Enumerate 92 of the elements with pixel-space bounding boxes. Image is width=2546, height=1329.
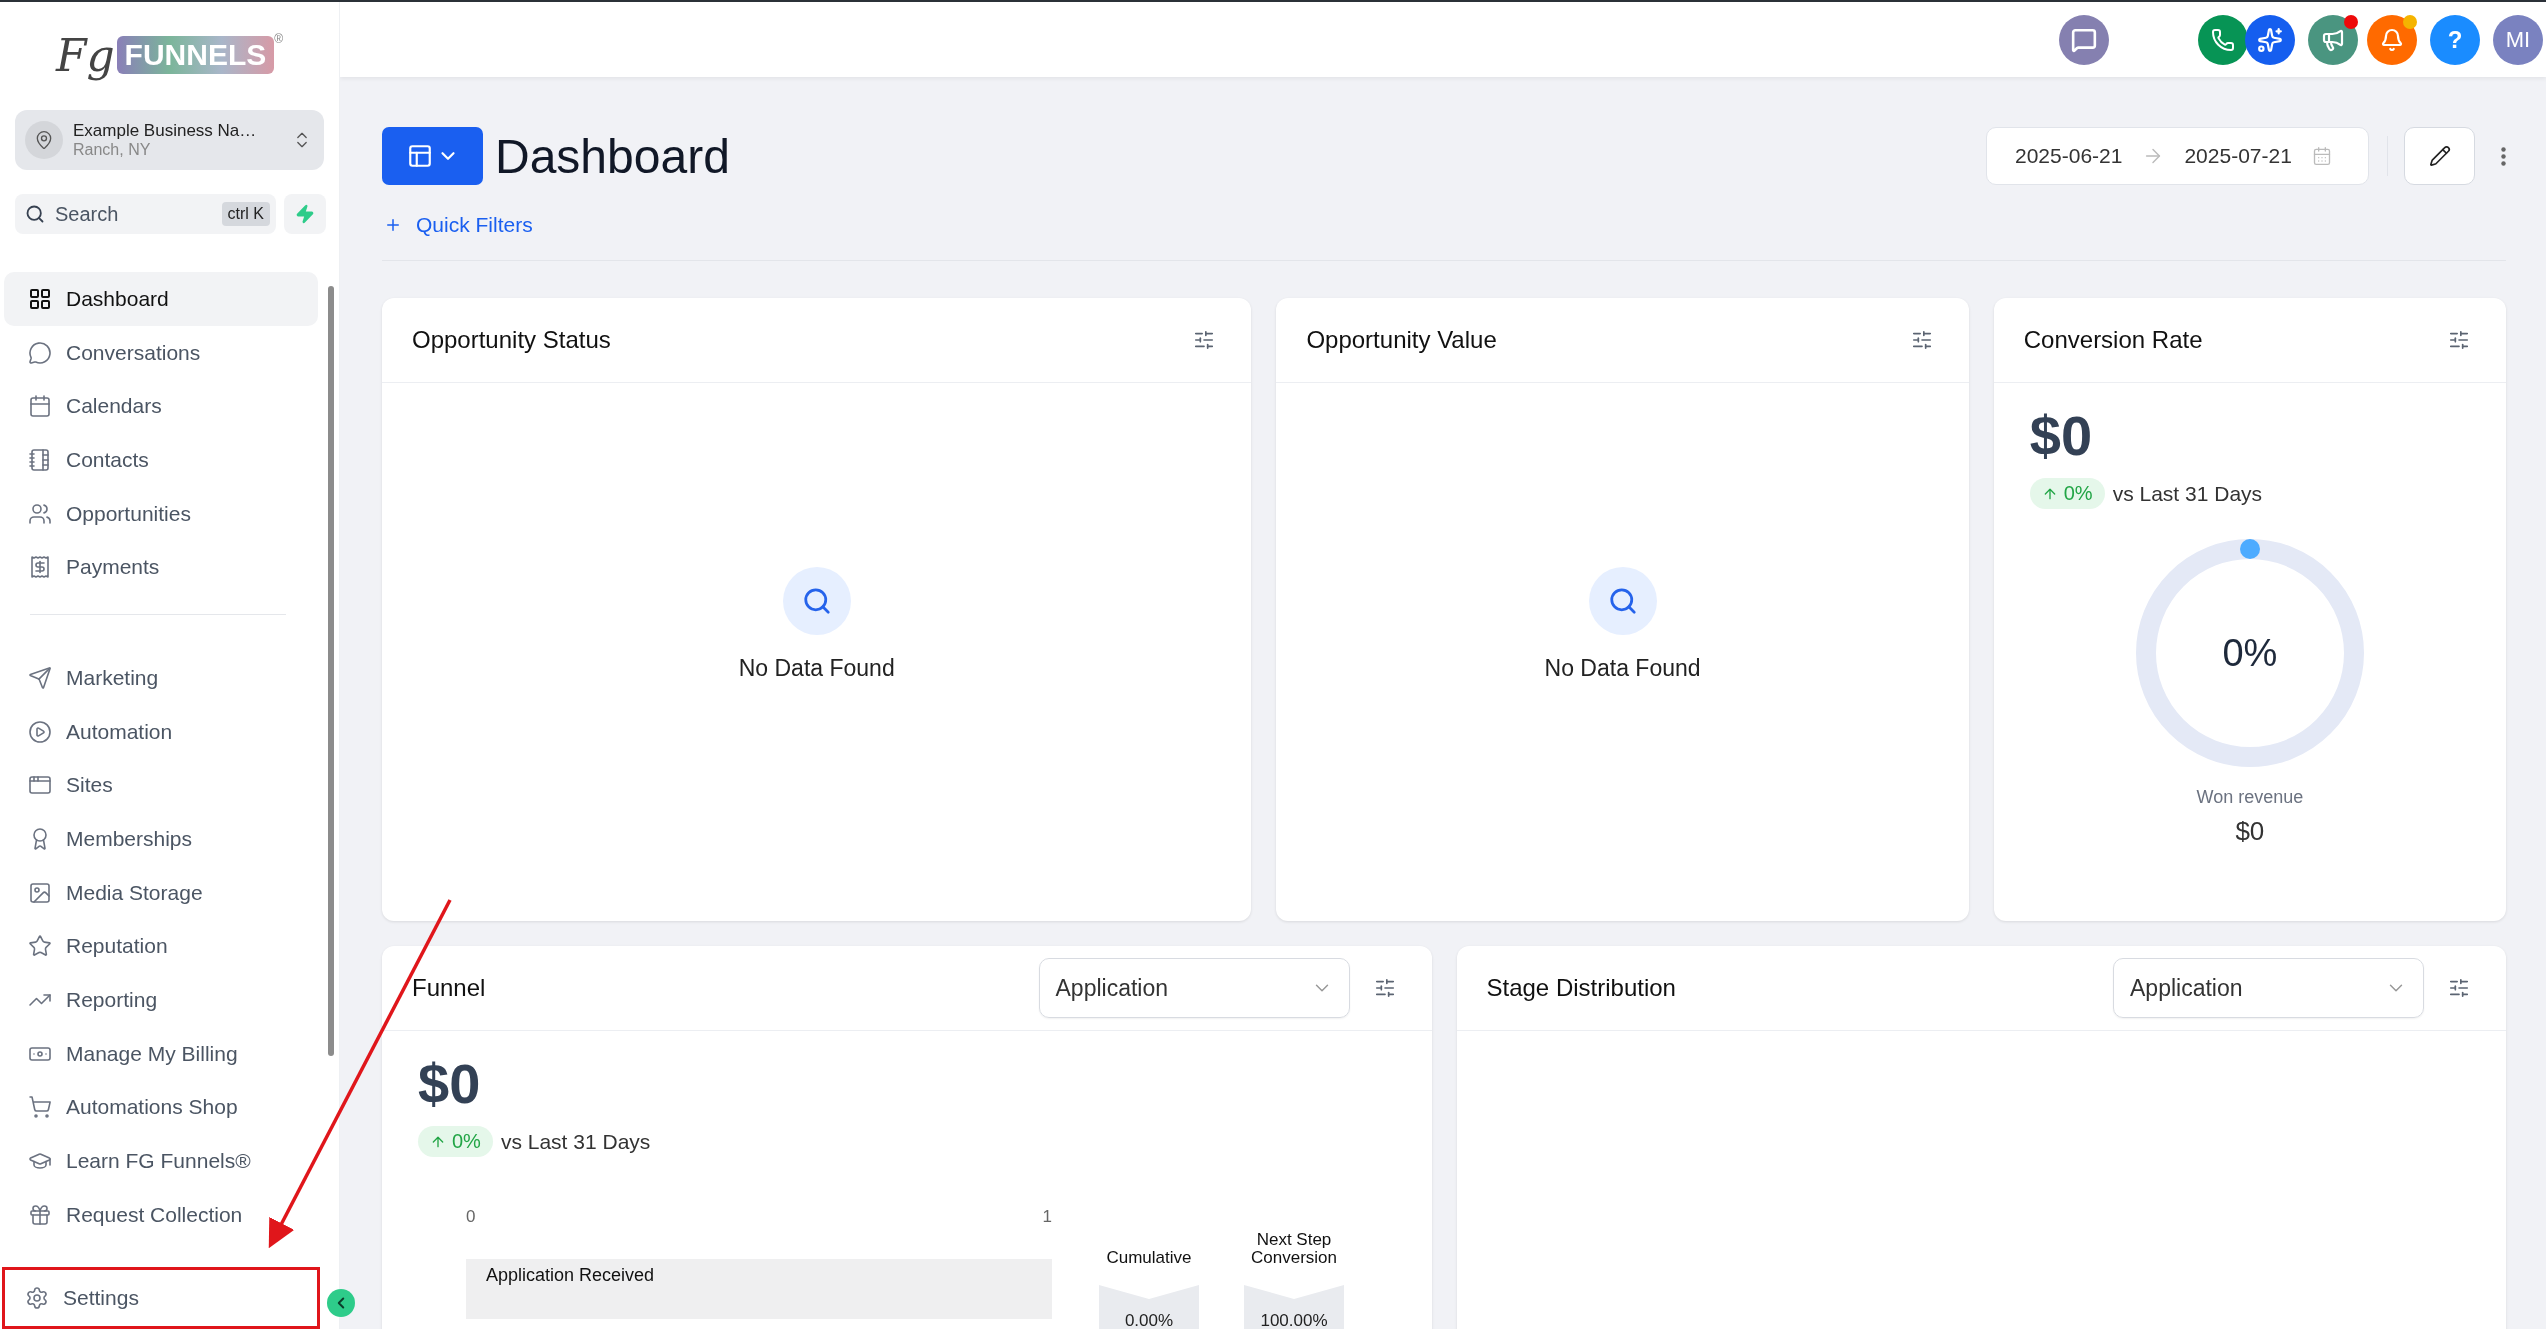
nav-item[interactable]: Marketing [4, 651, 318, 705]
quick-filters-link[interactable]: Quick Filters [384, 210, 2506, 240]
revenue-value: $0 [2235, 816, 2265, 847]
change-badge: 0% [2029, 478, 2105, 509]
phone-icon [2211, 27, 2235, 52]
play-circle-icon [28, 719, 52, 744]
layout-button[interactable] [382, 127, 483, 185]
collapse-button[interactable] [327, 1289, 355, 1317]
nav-item[interactable]: Media Storage [4, 865, 318, 920]
pipeline-select[interactable]: Application [2113, 958, 2424, 1018]
nav-item[interactable]: Reputation [4, 919, 318, 974]
funnel-stage-bar: Application Received [466, 1259, 1052, 1319]
empty-message: No Data Found [738, 655, 895, 682]
nav-item[interactable]: Conversations [4, 325, 318, 380]
nav-item[interactable]: Opportunities [4, 486, 318, 541]
nav-item[interactable]: Payments [4, 540, 318, 595]
settings-icon[interactable] [1373, 977, 1396, 999]
chat-button[interactable] [2059, 14, 2109, 65]
date-range-field[interactable]: 2025-06-21 2025-07-21 [1986, 127, 2369, 185]
nav-item[interactable]: Settings [5, 1273, 309, 1323]
speech-bubble-icon [28, 340, 52, 365]
card-title: Funnel [412, 974, 487, 1002]
edit-button[interactable] [2404, 127, 2475, 185]
card-title: Stage Distribution [1486, 974, 1677, 1002]
card-title: Conversion Rate [2023, 326, 2204, 354]
star-icon [28, 934, 52, 959]
account-switcher[interactable]: Example Business Na… Ranch, NY [15, 110, 324, 170]
settings-icon[interactable] [1910, 329, 1933, 351]
settings-icon [25, 1286, 49, 1310]
nav-item[interactable]: Automations Shop [4, 1080, 318, 1135]
column-heading: Cumulative [1106, 1247, 1192, 1267]
settings-icon[interactable] [2448, 329, 2470, 351]
conversion-value: 100.00% [1244, 1285, 1344, 1329]
grid-icon [28, 286, 52, 311]
pipeline-select[interactable]: Application [1038, 958, 1350, 1018]
axis-tick: 1 [1042, 1207, 1052, 1228]
search-input[interactable]: Search [53, 201, 214, 227]
chat-bubble-icon [2071, 26, 2097, 53]
comparison-label: vs Last 31 Days [500, 1129, 651, 1154]
nav-item[interactable]: Contacts [4, 433, 318, 487]
search-field[interactable]: Search ctrl K [15, 194, 276, 234]
bell-icon [2380, 27, 2404, 52]
nav-item[interactable]: Automation [4, 704, 318, 759]
metric-value: $0 [418, 1051, 482, 1116]
account-name: Example Business Na… [73, 121, 258, 141]
settings-icon[interactable] [1193, 329, 1216, 351]
phone-button[interactable] [2198, 14, 2248, 65]
nav-item[interactable]: Memberships [4, 812, 318, 866]
axis-tick: 0 [466, 1207, 476, 1228]
account-location: Ranch, NY [73, 141, 152, 159]
receipt-icon [28, 555, 52, 580]
metric-value: $0 [2029, 403, 2094, 468]
location-icon [25, 121, 63, 159]
megaphone-icon [2321, 27, 2345, 52]
gauge-value: 0% [2222, 631, 2278, 675]
notifications-button[interactable] [2367, 14, 2417, 65]
user-avatar[interactable]: MI [2493, 14, 2543, 65]
card-title: Opportunity Status [412, 326, 612, 354]
nav-item[interactable]: Sites [4, 758, 318, 813]
people-icon [28, 501, 52, 526]
search-icon [25, 204, 45, 224]
cart-icon [28, 1095, 52, 1120]
change-badge: 0% [418, 1126, 493, 1157]
nav-item[interactable]: Manage My Billing [4, 1026, 318, 1081]
pencil-icon [2428, 145, 2451, 167]
gauge-caption: Won revenue [2196, 787, 2304, 808]
nav-item[interactable]: Learn FG Funnels® [4, 1134, 318, 1188]
shortcut-hint: ctrl K [221, 202, 270, 226]
plus-icon [384, 216, 402, 234]
settings-icon[interactable] [2448, 977, 2470, 999]
column-heading: Next Step Conversion [1250, 1229, 1338, 1267]
gift-icon [28, 1202, 52, 1227]
more-icon [2501, 146, 2506, 166]
ai-button[interactable] [2245, 14, 2295, 65]
nav-item[interactable]: Dashboard [4, 272, 318, 326]
image-icon [28, 880, 52, 905]
comparison-label: vs Last 31 Days [2112, 481, 2263, 506]
nav-item[interactable]: Reporting [4, 973, 318, 1027]
sparkles-icon [2257, 26, 2283, 53]
calendar-icon [28, 394, 52, 419]
empty-message: No Data Found [1544, 655, 1701, 682]
card-title: Opportunity Value [1306, 326, 1498, 354]
page-title: Dashboard [495, 128, 731, 184]
paper-plane-icon [28, 665, 52, 690]
layout-icon [406, 143, 433, 169]
calendar-icon [2311, 146, 2332, 166]
conversion-value: 0.00% [1099, 1285, 1199, 1329]
lightning-icon [295, 204, 315, 224]
nav-item[interactable]: Calendars [4, 379, 318, 434]
nav-item[interactable]: Request Collection [4, 1188, 318, 1242]
notebook-icon [28, 447, 52, 472]
announcement-button[interactable] [2308, 14, 2358, 65]
